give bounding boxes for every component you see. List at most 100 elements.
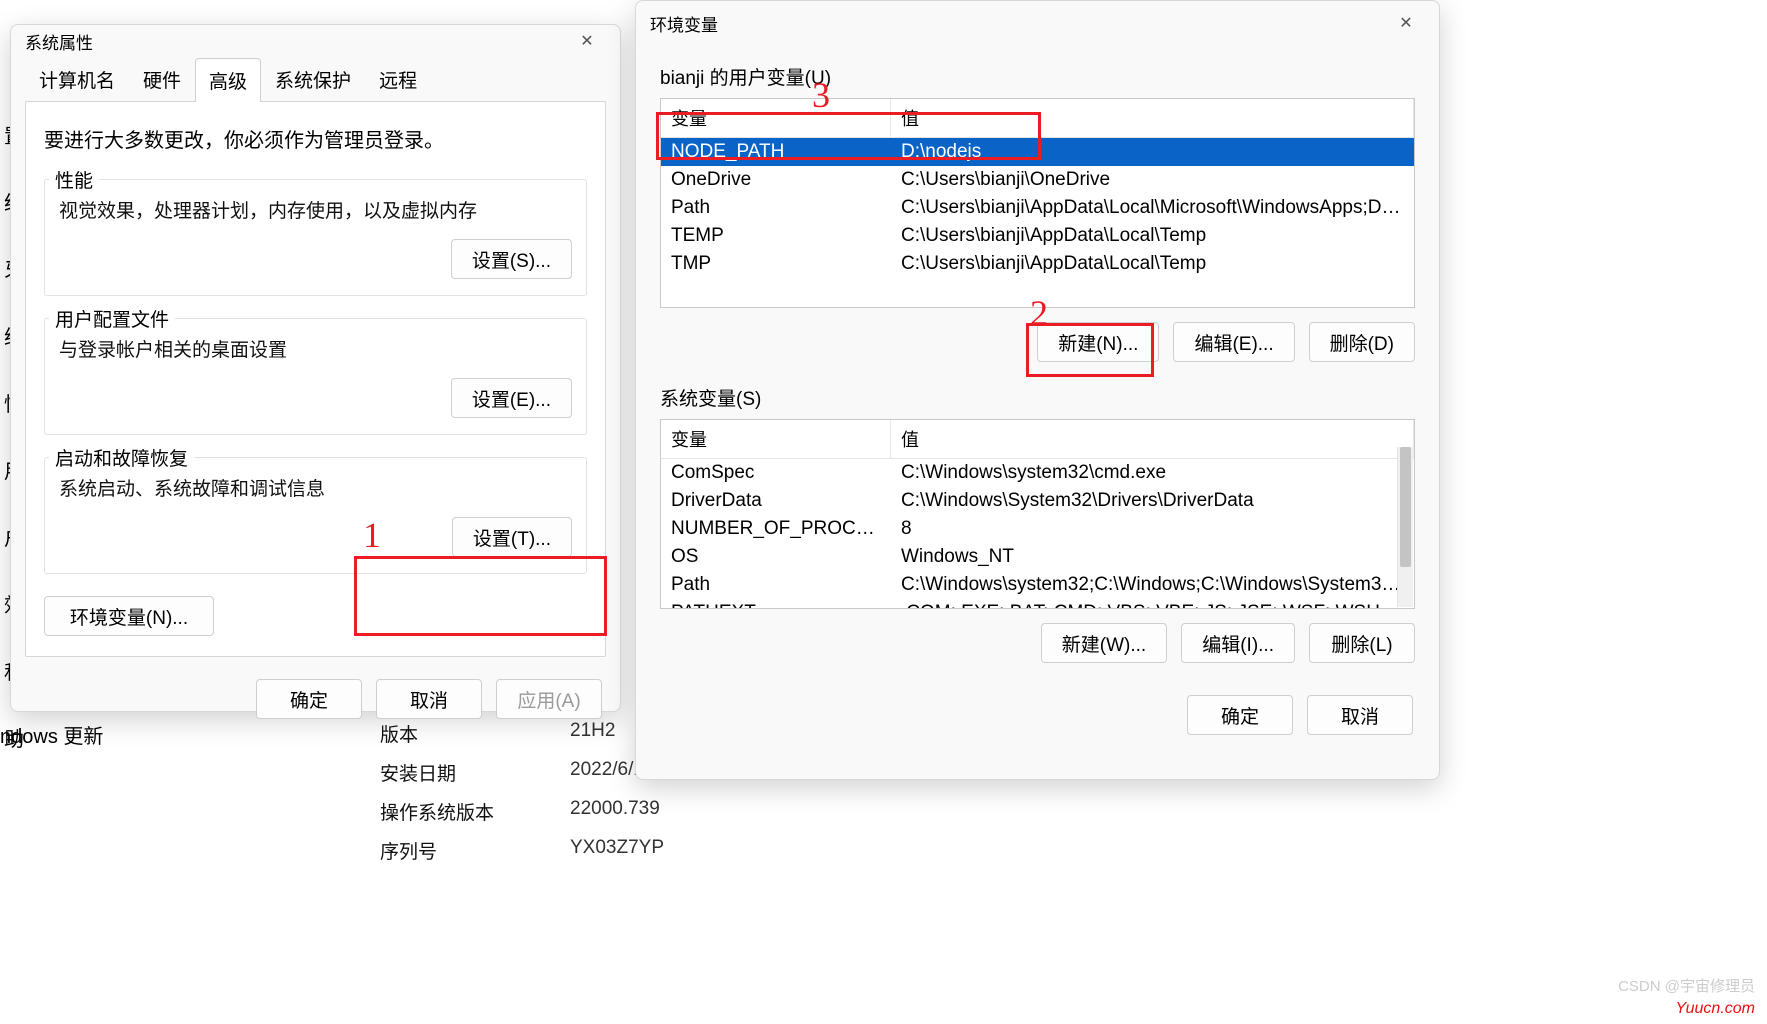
envvars-titlebar[interactable]: 环境变量 ✕ — [636, 1, 1439, 45]
var-name: TEMP — [661, 222, 891, 250]
tab-2[interactable]: 高级 — [195, 58, 261, 102]
user-edit-button[interactable]: 编辑(E)... — [1173, 322, 1294, 362]
tab-4[interactable]: 远程 — [365, 57, 431, 101]
user-vars-label: bianji 的用户变量(U) — [660, 63, 1415, 90]
col-value[interactable]: 值 — [891, 420, 1414, 458]
table-row[interactable]: NUMBER_OF_PROCESSORS8 — [661, 515, 1414, 543]
bg-detail-value: YX03Z7YP — [570, 837, 664, 864]
sysprops-titlebar[interactable]: 系统属性 ✕ — [11, 25, 620, 57]
bg-detail-row: 操作系统版本 22000.739 — [380, 798, 664, 825]
col-value[interactable]: 值 — [891, 99, 1414, 137]
sys-vars-buttons: 新建(W)... 编辑(I)... 删除(L) — [660, 609, 1415, 685]
table-row[interactable]: OneDriveC:\Users\bianji\OneDrive — [661, 166, 1414, 194]
sysprops-title: 系统属性 — [25, 29, 93, 54]
var-name: OS — [661, 543, 891, 571]
bg-detail-row: 序列号 YX03Z7YP — [380, 837, 664, 864]
var-name: OneDrive — [661, 166, 891, 194]
var-name: NODE_PATH — [661, 138, 891, 166]
env-vars-dialog: 环境变量 ✕ bianji 的用户变量(U) 变量 值 NODE_PATHD:\… — [635, 0, 1440, 780]
annotation-1: 1 — [363, 514, 381, 556]
sysprops-apply-button: 应用(A) — [496, 679, 602, 719]
scrollbar[interactable] — [1397, 447, 1413, 607]
table-row[interactable]: OSWindows_NT — [661, 543, 1414, 571]
user-new-button[interactable]: 新建(N)... — [1037, 322, 1159, 362]
var-name: TMP — [661, 250, 891, 278]
sysprops-tabs: 计算机名硬件高级系统保护远程 — [11, 57, 620, 101]
var-value: C:\Users\bianji\AppData\Local\Microsoft\… — [891, 194, 1414, 222]
var-name: PATHEXT — [661, 599, 891, 609]
performance-group: 性能 视觉效果，处理器计划，内存使用，以及虚拟内存 设置(S)... — [44, 179, 587, 296]
table-row[interactable]: TEMPC:\Users\bianji\AppData\Local\Temp — [661, 222, 1414, 250]
table-row[interactable]: TMPC:\Users\bianji\AppData\Local\Temp — [661, 250, 1414, 278]
user-vars-list[interactable]: 变量 值 NODE_PATHD:\nodejsOneDriveC:\Users\… — [660, 98, 1415, 308]
sysprops-dialog-buttons: 确定 取消 应用(A) — [11, 669, 620, 735]
startup-settings-button[interactable]: 设置(T)... — [452, 517, 572, 557]
table-row[interactable]: PathC:\Windows\system32;C:\Windows;C:\Wi… — [661, 571, 1414, 599]
startup-desc: 系统启动、系统故障和调试信息 — [59, 474, 572, 501]
tab-0[interactable]: 计算机名 — [25, 57, 129, 101]
profile-desc: 与登录帐户相关的桌面设置 — [59, 335, 572, 362]
sys-new-button[interactable]: 新建(W)... — [1041, 623, 1167, 663]
table-row[interactable]: PathC:\Users\bianji\AppData\Local\Micros… — [661, 194, 1414, 222]
var-value: C:\Windows\System32\Drivers\DriverData — [891, 487, 1414, 515]
env-vars-button[interactable]: 环境变量(N)... — [44, 596, 214, 636]
list-header: 变量 值 — [661, 420, 1414, 459]
var-name: Path — [661, 194, 891, 222]
var-value: Windows_NT — [891, 543, 1414, 571]
envvars-dialog-buttons: 确定 取消 — [660, 685, 1415, 751]
perf-settings-button[interactable]: 设置(S)... — [451, 239, 572, 279]
perf-legend: 性能 — [49, 166, 99, 193]
sys-edit-button[interactable]: 编辑(I)... — [1181, 623, 1295, 663]
site-watermark: Yuucn.com — [1676, 1000, 1755, 1018]
bg-system-details: 版本21H2安装日期2022/6/17操作系统版本22000.739序列号YX0… — [380, 720, 664, 876]
annotation-3: 3 — [812, 74, 830, 116]
var-value: C:\Users\bianji\AppData\Local\Temp — [891, 250, 1414, 278]
csdn-watermark: CSDN @宇宙修理员 — [1618, 975, 1755, 996]
perf-desc: 视觉效果，处理器计划，内存使用，以及虚拟内存 — [59, 196, 572, 223]
bg-detail-value: 22000.739 — [570, 798, 660, 825]
table-row[interactable]: DriverDataC:\Windows\System32\Drivers\Dr… — [661, 487, 1414, 515]
table-row[interactable]: PATHEXT.COM;.EXE;.BAT;.CMD;.VBS;.VBE;.JS… — [661, 599, 1414, 609]
annotation-2: 2 — [1030, 292, 1048, 334]
table-row[interactable]: NODE_PATHD:\nodejs — [661, 138, 1414, 166]
bg-detail-row: 安装日期2022/6/17 — [380, 759, 664, 786]
var-value: C:\Windows\system32;C:\Windows;C:\Window… — [891, 571, 1414, 599]
system-properties-dialog: 系统属性 ✕ 计算机名硬件高级系统保护远程 要进行大多数更改，你必须作为管理员登… — [10, 24, 621, 712]
scrollbar-thumb[interactable] — [1400, 447, 1411, 567]
close-icon[interactable]: ✕ — [1383, 7, 1429, 39]
sysprops-ok-button[interactable]: 确定 — [256, 679, 362, 719]
sys-vars-list[interactable]: 变量 值 ComSpecC:\Windows\system32\cmd.exeD… — [660, 419, 1415, 609]
tab-3[interactable]: 系统保护 — [261, 57, 365, 101]
profile-settings-button[interactable]: 设置(E)... — [451, 378, 572, 418]
sysprops-advanced-page: 要进行大多数更改，你必须作为管理员登录。 性能 视觉效果，处理器计划，内存使用，… — [25, 101, 606, 657]
var-name: Path — [661, 571, 891, 599]
bg-detail-label: 安装日期 — [380, 759, 510, 786]
var-value: C:\Users\bianji\OneDrive — [891, 166, 1414, 194]
var-value: 8 — [891, 515, 1414, 543]
table-row[interactable]: ComSpecC:\Windows\system32\cmd.exe — [661, 459, 1414, 487]
var-name: NUMBER_OF_PROCESSORS — [661, 515, 891, 543]
var-value: C:\Windows\system32\cmd.exe — [891, 459, 1414, 487]
envvars-ok-button[interactable]: 确定 — [1187, 695, 1293, 735]
col-name[interactable]: 变量 — [661, 99, 891, 137]
startup-group: 启动和故障恢复 系统启动、系统故障和调试信息 设置(T)... — [44, 457, 587, 574]
envvars-title: 环境变量 — [650, 11, 718, 36]
startup-legend: 启动和故障恢复 — [49, 444, 194, 471]
var-name: DriverData — [661, 487, 891, 515]
list-header: 变量 值 — [661, 99, 1414, 138]
var-value: D:\nodejs — [891, 138, 1414, 166]
sys-delete-button[interactable]: 删除(L) — [1309, 623, 1415, 663]
col-name[interactable]: 变量 — [661, 420, 891, 458]
var-name: ComSpec — [661, 459, 891, 487]
bg-detail-label: 操作系统版本 — [380, 798, 510, 825]
user-delete-button[interactable]: 删除(D) — [1309, 322, 1415, 362]
envvars-cancel-button[interactable]: 取消 — [1307, 695, 1413, 735]
admin-note: 要进行大多数更改，你必须作为管理员登录。 — [44, 124, 587, 153]
var-value: C:\Users\bianji\AppData\Local\Temp — [891, 222, 1414, 250]
close-icon[interactable]: ✕ — [564, 25, 610, 57]
tab-1[interactable]: 硬件 — [129, 57, 195, 101]
profile-group: 用户配置文件 与登录帐户相关的桌面设置 设置(E)... — [44, 318, 587, 435]
bg-detail-label: 序列号 — [380, 837, 510, 864]
sys-vars-label: 系统变量(S) — [660, 384, 1415, 411]
sysprops-cancel-button[interactable]: 取消 — [376, 679, 482, 719]
